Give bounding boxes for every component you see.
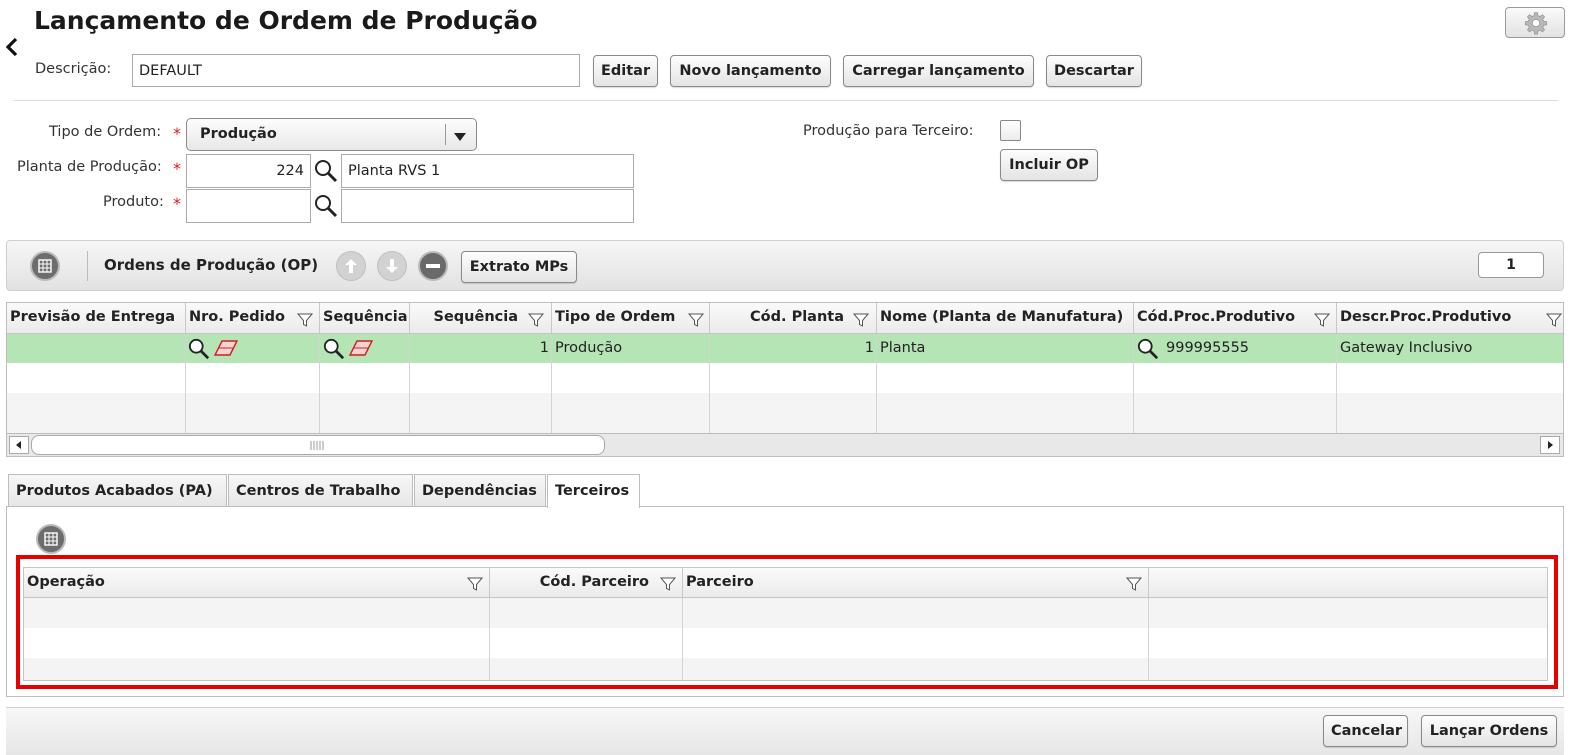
filter-icon[interactable]	[527, 312, 545, 328]
col-empty	[1149, 568, 1547, 598]
move-up-icon[interactable]	[336, 251, 366, 281]
descartar-button[interactable]: Descartar	[1046, 55, 1142, 87]
col-cod-parceiro[interactable]: Cód. Parceiro	[490, 568, 683, 598]
filter-icon[interactable]	[466, 576, 484, 592]
planta-label: Planta de Produção:	[17, 159, 162, 175]
tipo-ordem-label: Tipo de Ordem:	[49, 124, 162, 140]
op-toolbar-title: Ordens de Produção (OP)	[104, 256, 319, 274]
planta-code-input[interactable]: 224	[186, 154, 311, 188]
filter-icon[interactable]	[1313, 312, 1331, 328]
grid-config-icon[interactable]	[36, 524, 66, 554]
filter-icon[interactable]	[1125, 576, 1143, 592]
col-parceiro[interactable]: Parceiro	[683, 568, 1149, 598]
dropdown-divider	[445, 124, 446, 145]
tipo-ordem-select[interactable]: Produção	[186, 118, 477, 151]
page-count-value: 1	[1506, 257, 1516, 273]
chevron-down-icon[interactable]	[454, 130, 466, 146]
filter-icon[interactable]	[687, 312, 705, 328]
table-row-empty	[24, 658, 1547, 680]
settings-button[interactable]	[1505, 7, 1565, 38]
op-grid: Previsão de Entrega Nro. Pedido Sequênci…	[6, 302, 1564, 457]
produto-required: *	[173, 194, 181, 213]
col-divider	[489, 598, 490, 680]
planta-name-input[interactable]: Planta RVS 1	[341, 154, 634, 188]
page-title: Lançamento de Ordem de Produção	[34, 6, 538, 35]
tab-dependencias[interactable]: Dependências	[414, 474, 546, 507]
extrato-mps-button[interactable]: Extrato MPs	[461, 251, 577, 283]
terceiros-grid: Operação Cód. Parceiro Parceiro	[23, 567, 1548, 681]
proc-search-icon[interactable]	[1137, 338, 1159, 364]
horizontal-scrollbar[interactable]	[7, 433, 1563, 456]
planta-search-icon[interactable]	[314, 159, 338, 187]
cell-cod-proc: 999995555	[1166, 340, 1250, 356]
back-arrow-icon[interactable]	[4, 36, 20, 58]
descricao-label: Descrição:	[35, 61, 112, 77]
col-cod-proc[interactable]: Cód.Proc.Produtivo	[1134, 303, 1337, 333]
incluir-op-button[interactable]: Incluir OP	[1000, 149, 1098, 181]
col-divider	[682, 598, 683, 680]
terceiro-checkbox[interactable]	[1000, 120, 1021, 141]
cell-tipo-ordem: Produção	[555, 340, 623, 356]
table-row-empty	[7, 363, 1563, 393]
header-divider	[13, 100, 1558, 101]
col-divider	[185, 334, 186, 433]
table-row-empty	[24, 628, 1547, 658]
col-descr-proc[interactable]: Descr.Proc.Produtivo	[1337, 303, 1563, 333]
col-previsao-entrega[interactable]: Previsão de Entrega	[7, 303, 186, 333]
lancar-ordens-button[interactable]: Lançar Ordens	[1421, 715, 1557, 747]
produto-label: Produto:	[103, 194, 164, 210]
scroll-right-icon[interactable]	[1540, 436, 1560, 454]
editar-button[interactable]: Editar	[593, 55, 658, 87]
col-cod-planta[interactable]: Cód. Planta	[710, 303, 877, 333]
filter-icon[interactable]	[296, 312, 314, 328]
col-divider	[319, 334, 320, 433]
sequencia-search-icon[interactable]	[323, 338, 345, 364]
tab-produtos-acabados[interactable]: Produtos Acabados (PA)	[8, 474, 227, 507]
cell-cod-planta: 1	[864, 340, 874, 356]
move-down-icon[interactable]	[377, 251, 407, 281]
filter-icon[interactable]	[659, 576, 677, 592]
produto-code-input[interactable]	[186, 189, 311, 223]
col-tipo-ordem[interactable]: Tipo de Ordem	[552, 303, 710, 333]
cell-nome-planta: Planta	[880, 340, 926, 356]
cancelar-button[interactable]: Cancelar	[1323, 715, 1408, 747]
tab-centros-trabalho[interactable]: Centros de Trabalho	[228, 474, 413, 507]
col-divider	[1148, 598, 1149, 680]
gear-icon	[1524, 11, 1548, 39]
sequencia-eraser-icon[interactable]	[348, 339, 374, 361]
planta-required: *	[173, 159, 181, 178]
remove-icon[interactable]	[418, 251, 448, 281]
novo-lancamento-button[interactable]: Novo lançamento	[670, 55, 831, 87]
table-row-empty	[7, 393, 1563, 433]
table-row-empty	[24, 598, 1547, 628]
descricao-input[interactable]: DEFAULT	[132, 54, 580, 87]
tab-terceiros[interactable]: Terceiros	[547, 474, 640, 508]
cell-sequencia: 1	[539, 340, 549, 356]
carregar-lancamento-button[interactable]: Carregar lançamento	[843, 55, 1034, 87]
scroll-left-icon[interactable]	[9, 436, 29, 454]
toolbar-separator	[87, 251, 88, 281]
page-count-badge: 1	[1478, 252, 1544, 278]
tipo-ordem-value: Produção	[200, 126, 277, 142]
terceiro-label: Produção para Terceiro:	[803, 123, 974, 139]
cell-descr-proc: Gateway Inclusivo	[1340, 340, 1473, 356]
grid-config-icon[interactable]	[30, 251, 60, 281]
filter-icon[interactable]	[1545, 312, 1563, 328]
tipo-ordem-required: *	[173, 124, 181, 143]
col-nome-planta[interactable]: Nome (Planta de Manufatura)	[877, 303, 1134, 333]
filter-icon[interactable]	[852, 312, 870, 328]
col-sequencia-1[interactable]: Sequência	[320, 303, 410, 333]
pedido-search-icon[interactable]	[188, 338, 210, 364]
col-operacao[interactable]: Operação	[24, 568, 490, 598]
produto-name-input[interactable]	[341, 189, 634, 223]
scroll-thumb[interactable]	[31, 435, 605, 455]
produto-search-icon[interactable]	[314, 194, 338, 222]
pedido-eraser-icon[interactable]	[213, 339, 239, 361]
